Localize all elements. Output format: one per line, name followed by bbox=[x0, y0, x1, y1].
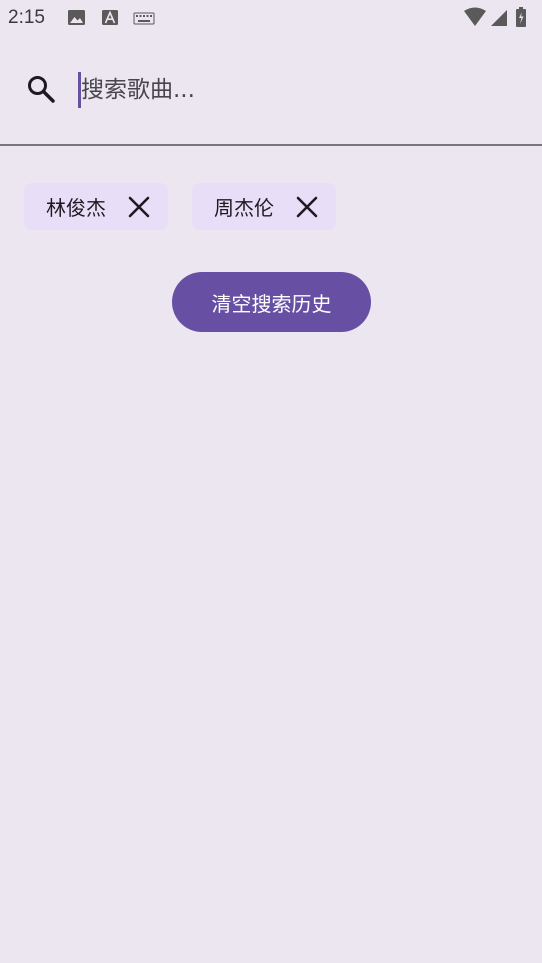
status-left-icons bbox=[68, 9, 158, 31]
text-cursor bbox=[78, 72, 81, 108]
search-input[interactable] bbox=[78, 72, 501, 108]
text-a-icon bbox=[102, 10, 118, 25]
image-icon bbox=[68, 10, 85, 25]
search-history-list: 林俊杰 周杰伦 bbox=[24, 183, 336, 230]
search-bar bbox=[0, 36, 542, 146]
status-time: 2:15 bbox=[8, 7, 45, 28]
clear-history-button[interactable]: 清空搜索历史 bbox=[172, 272, 371, 332]
battery-icon bbox=[516, 7, 526, 27]
history-chip[interactable]: 林俊杰 bbox=[24, 183, 168, 230]
history-chip-label: 周杰伦 bbox=[214, 196, 274, 220]
status-right-icons bbox=[464, 7, 534, 33]
keyboard-icon bbox=[133, 12, 155, 25]
close-icon[interactable] bbox=[294, 194, 320, 220]
status-bar: 2:15 bbox=[0, 0, 542, 36]
close-icon[interactable] bbox=[126, 194, 152, 220]
history-chip-label: 林俊杰 bbox=[46, 196, 106, 220]
search-icon[interactable] bbox=[26, 74, 56, 104]
history-chip[interactable]: 周杰伦 bbox=[192, 183, 336, 230]
signal-icon bbox=[491, 10, 507, 26]
wifi-icon bbox=[464, 7, 486, 26]
